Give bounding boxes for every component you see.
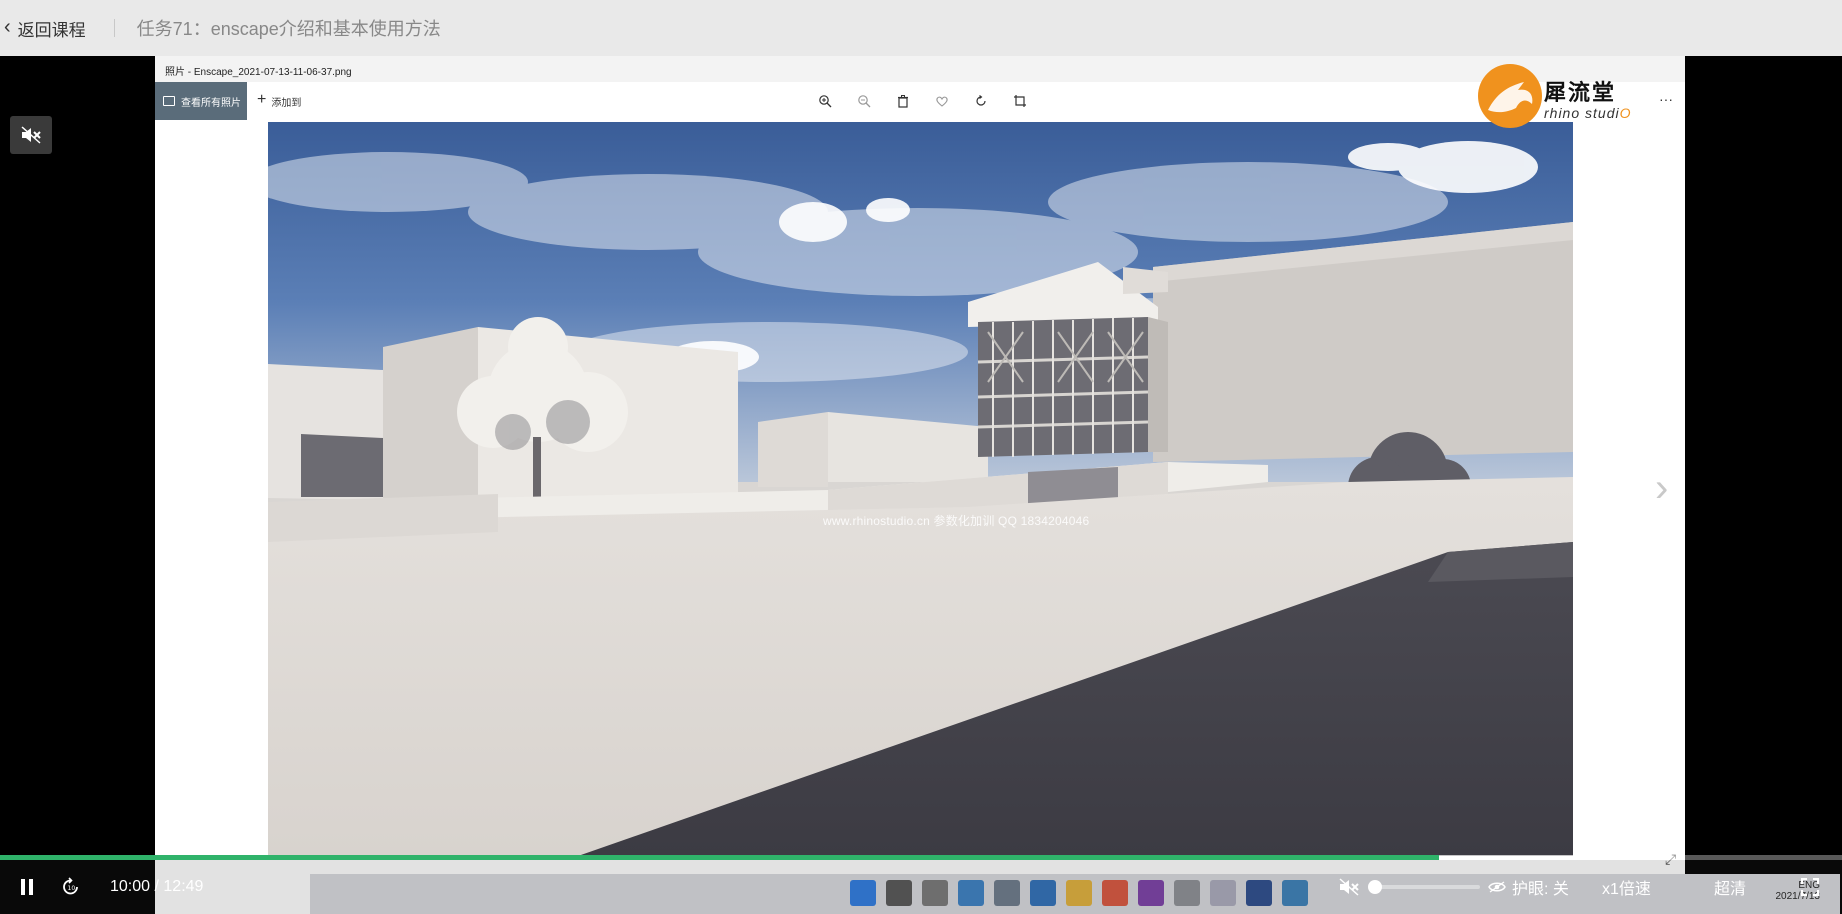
add-to-button: + 添加到 bbox=[257, 82, 301, 120]
photos-toolbar-icons bbox=[815, 91, 1030, 111]
fullscreen-button[interactable] bbox=[1800, 860, 1820, 914]
render-artwork bbox=[268, 122, 1573, 856]
svg-text:10: 10 bbox=[68, 885, 76, 892]
eye-care-label: 护眼: 关 bbox=[1512, 881, 1569, 898]
time-total: 12:49 bbox=[163, 878, 204, 895]
view-all-photos-button: 查看所有照片 bbox=[155, 82, 247, 120]
video-player[interactable]: 照片 - Enscape_2021-07-13-11-06-37.png 查看所… bbox=[0, 56, 1842, 914]
speaker-muted-icon bbox=[1339, 878, 1359, 896]
photos-app-window: 照片 - Enscape_2021-07-13-11-06-37.png 查看所… bbox=[155, 56, 1840, 914]
image-icon bbox=[163, 96, 175, 106]
rhino-logo-icon bbox=[1478, 64, 1542, 128]
heart-icon bbox=[932, 91, 952, 111]
logo-cn: 犀流堂 bbox=[1544, 80, 1617, 105]
zoom-out-icon bbox=[854, 91, 874, 111]
photos-window-title: 照片 - Enscape_2021-07-13-11-06-37.png bbox=[155, 56, 1685, 82]
logo-text: 犀流堂 rhino studiO bbox=[1544, 75, 1632, 121]
quality-button[interactable]: 超清 bbox=[1714, 860, 1746, 914]
logo-en-prefix: rhino stud bbox=[1544, 105, 1616, 121]
plus-icon: + bbox=[257, 91, 267, 108]
time-separator: / bbox=[150, 878, 164, 895]
speaker-muted-icon bbox=[21, 126, 41, 144]
render-watermark: www.rhinostudio.cn 参数化加训 QQ 1834204046 bbox=[823, 514, 1090, 528]
logo-en-o: O bbox=[1619, 105, 1632, 121]
volume-slider[interactable] bbox=[1368, 860, 1480, 914]
crop-icon bbox=[1010, 91, 1030, 111]
back-to-course-button[interactable]: ‹ 返回课程 bbox=[4, 16, 86, 41]
rewind-10-icon: 10 bbox=[63, 877, 78, 895]
eye-icon bbox=[1488, 881, 1506, 893]
view-all-label: 查看所有照片 bbox=[181, 97, 241, 109]
volume-knob[interactable] bbox=[1368, 880, 1382, 894]
chevron-left-icon: ‹ bbox=[4, 15, 11, 38]
course-header: ‹ 返回课程 任务71：enscape介绍和基本使用方法 bbox=[0, 0, 1842, 56]
add-to-label: 添加到 bbox=[271, 97, 302, 109]
rewind-10s-button[interactable]: 10 bbox=[60, 860, 82, 914]
photos-toolbar: 查看所有照片 + 添加到 ··· bbox=[155, 82, 1685, 122]
back-label: 返回课程 bbox=[17, 20, 86, 40]
playback-time: 10:00 / 12:49 bbox=[110, 860, 203, 914]
more-options-icon: ··· bbox=[1659, 90, 1673, 107]
logo-en: rhino studiO bbox=[1544, 105, 1632, 121]
time-current: 10:00 bbox=[110, 878, 151, 895]
task-title: 任务71：enscape介绍和基本使用方法 bbox=[136, 19, 441, 39]
pause-icon bbox=[21, 879, 33, 895]
player-controls: 10 10:00 / 12:49 护眼: 关 x1倍速 超清 bbox=[0, 860, 1842, 914]
rhino-studio-logo: 犀流堂 rhino studiO bbox=[1478, 64, 1632, 128]
video-course-page: ‹ 返回课程 任务71：enscape介绍和基本使用方法 照片 - Enscap… bbox=[0, 0, 1842, 914]
eye-care-toggle[interactable]: 护眼: 关 bbox=[1488, 860, 1569, 914]
header-divider bbox=[113, 19, 115, 37]
volume-button[interactable] bbox=[1338, 860, 1360, 914]
fullscreen-icon bbox=[1801, 878, 1819, 896]
architecture-render-image: www.rhinostudio.cn 参数化加训 QQ 1834204046 bbox=[268, 122, 1573, 856]
volume-track bbox=[1368, 880, 1480, 894]
pause-button[interactable] bbox=[18, 860, 36, 914]
trash-icon bbox=[893, 91, 913, 111]
unmute-button[interactable] bbox=[10, 116, 52, 154]
chevron-right-icon: › bbox=[1655, 466, 1669, 510]
zoom-in-icon bbox=[815, 91, 835, 111]
playback-speed-button[interactable]: x1倍速 bbox=[1602, 860, 1651, 914]
rotate-icon bbox=[971, 91, 991, 111]
